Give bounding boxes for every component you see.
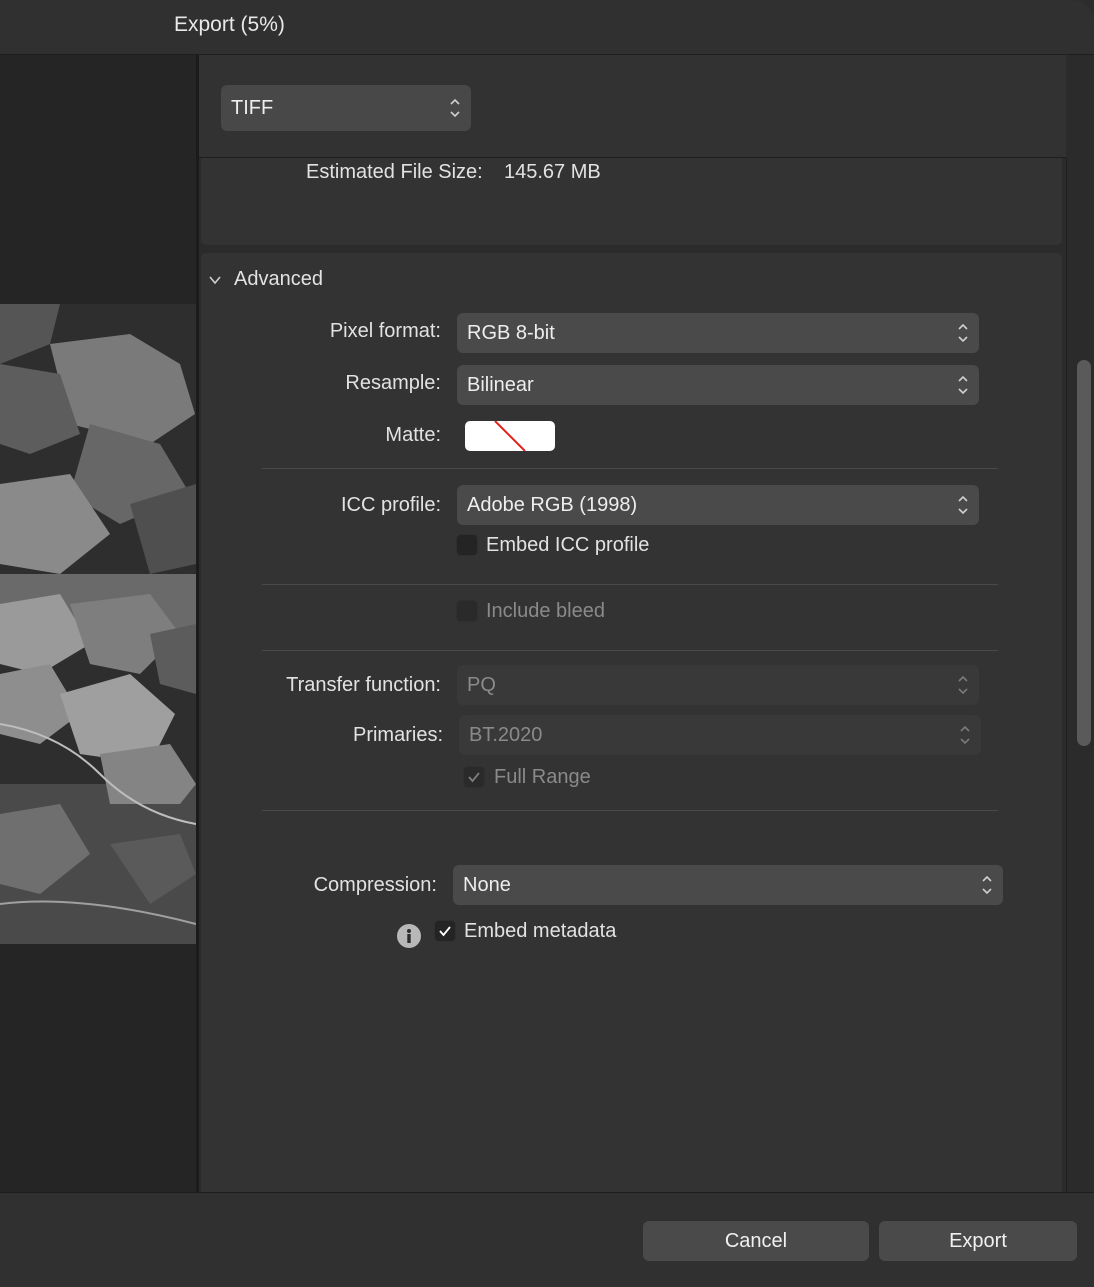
resample-value: Bilinear [467, 374, 534, 396]
window-title: Export (5%) [174, 13, 285, 36]
pixel-format-label: Pixel format: [329, 320, 441, 342]
updown-chevron-icon [958, 375, 968, 395]
export-button[interactable]: Export [879, 1221, 1077, 1261]
preview-image [0, 304, 196, 944]
icc-profile-value: Adobe RGB (1998) [467, 494, 638, 516]
primaries-select[interactable]: BT.2020 [459, 715, 981, 755]
updown-chevron-icon [450, 98, 460, 118]
transfer-function-select[interactable]: PQ [457, 665, 979, 705]
embed-icc-label: Embed ICC profile [486, 534, 650, 556]
compression-label: Compression: [313, 874, 437, 896]
compression-select[interactable]: None [453, 865, 1003, 905]
matte-label: Matte: [385, 424, 441, 446]
separator [262, 650, 998, 651]
primaries-label: Primaries: [352, 724, 443, 746]
scrollbar-thumb[interactable] [1077, 360, 1091, 746]
updown-chevron-icon [982, 875, 992, 895]
format-select[interactable]: TIFF [221, 85, 471, 131]
updown-chevron-icon [958, 495, 968, 515]
embed-metadata-label: Embed metadata [464, 920, 617, 942]
primaries-value: BT.2020 [469, 724, 543, 746]
updown-chevron-icon [958, 323, 968, 343]
updown-chevron-icon [958, 675, 968, 695]
compression-value: None [463, 874, 511, 896]
checkmark-icon [468, 772, 480, 783]
resample-select[interactable]: Bilinear [457, 365, 979, 405]
matte-color-well[interactable] [465, 421, 555, 451]
cancel-button[interactable]: Cancel [643, 1221, 869, 1261]
icc-profile-select[interactable]: Adobe RGB (1998) [457, 485, 979, 525]
format-value: TIFF [231, 97, 274, 119]
include-bleed-checkbox[interactable] [456, 600, 478, 622]
pixel-format-value: RGB 8-bit [467, 322, 555, 344]
title-bar: Export (5%) [0, 0, 1094, 55]
resample-label: Resample: [345, 372, 441, 394]
embed-icc-checkbox[interactable] [456, 534, 478, 556]
separator [262, 584, 998, 585]
estimated-size-label: Estimated File Size: [306, 161, 483, 183]
transfer-function-value: PQ [467, 674, 496, 696]
transfer-function-label: Transfer function: [286, 674, 441, 696]
checkmark-icon [439, 926, 451, 937]
separator [262, 468, 998, 469]
full-range-checkbox[interactable] [463, 766, 485, 788]
info-icon[interactable] [397, 924, 421, 948]
full-range-label: Full Range [494, 766, 591, 788]
advanced-header[interactable]: Advanced [234, 268, 323, 291]
icc-profile-label: ICC profile: [340, 494, 441, 516]
pixel-format-select[interactable]: RGB 8-bit [457, 313, 979, 353]
chevron-down-icon[interactable] [208, 273, 222, 287]
no-color-icon [494, 421, 526, 451]
separator [262, 810, 998, 811]
updown-chevron-icon [960, 725, 970, 745]
embed-metadata-checkbox[interactable] [434, 920, 456, 942]
estimated-size-value: 145.67 MB [504, 161, 601, 183]
include-bleed-label: Include bleed [486, 600, 605, 622]
